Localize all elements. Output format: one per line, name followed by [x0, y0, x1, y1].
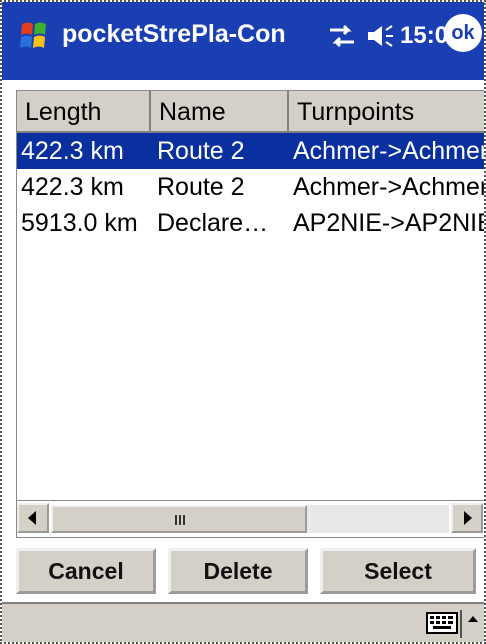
column-header-name[interactable]: Name: [151, 91, 289, 133]
divider: [460, 610, 462, 638]
cell-turnpoints: Achmer->Achmer: [293, 173, 485, 201]
windows-start-icon[interactable]: [12, 14, 56, 58]
pocketpc-screen: pocketStrePla-Con 15:05 ok Length Name T…: [0, 0, 486, 644]
cell-length: 5913.0 km: [21, 209, 138, 237]
cell-length: 422.3 km: [21, 173, 124, 201]
left-arrow-icon: [28, 511, 36, 525]
menu-bar: [2, 602, 484, 642]
grip-icon: [175, 515, 185, 525]
scroll-right-button[interactable]: [451, 503, 483, 533]
connectivity-icon[interactable]: [326, 20, 358, 52]
cancel-button[interactable]: Cancel: [16, 548, 156, 594]
scroll-left-button[interactable]: [17, 503, 49, 533]
horizontal-scrollbar[interactable]: [16, 500, 484, 538]
ok-button[interactable]: ok: [444, 14, 482, 52]
scroll-track[interactable]: [51, 505, 449, 533]
speaker-icon[interactable]: [364, 20, 396, 52]
right-arrow-icon: [464, 511, 472, 525]
keyboard-icon[interactable]: [426, 612, 458, 634]
cell-name: Route 2: [157, 137, 245, 165]
title-bar: pocketStrePla-Con 15:05 ok: [2, 2, 484, 80]
up-arrow-icon[interactable]: [466, 612, 480, 626]
list-row[interactable]: 5913.0 km Declare… AP2NIE->AP2NIE-: [17, 205, 485, 241]
cell-turnpoints: Achmer->Achmer: [293, 137, 485, 165]
route-list[interactable]: Length Name Turnpoints 422.3 km Route 2 …: [16, 90, 485, 502]
select-button[interactable]: Select: [320, 548, 476, 594]
cell-name: Route 2: [157, 173, 245, 201]
cell-length: 422.3 km: [21, 137, 124, 165]
list-row[interactable]: 422.3 km Route 2 Achmer->Achmer: [17, 169, 485, 205]
delete-button[interactable]: Delete: [168, 548, 308, 594]
list-row-selected[interactable]: 422.3 km Route 2 Achmer->Achmer: [17, 133, 485, 169]
app-title: pocketStrePla-Con: [62, 20, 286, 48]
scroll-thumb[interactable]: [51, 505, 307, 533]
column-header-length[interactable]: Length: [17, 91, 151, 133]
column-header-turnpoints[interactable]: Turnpoints: [289, 91, 484, 133]
cell-turnpoints: AP2NIE->AP2NIE-: [293, 209, 485, 237]
cell-name: Declare…: [157, 209, 269, 237]
